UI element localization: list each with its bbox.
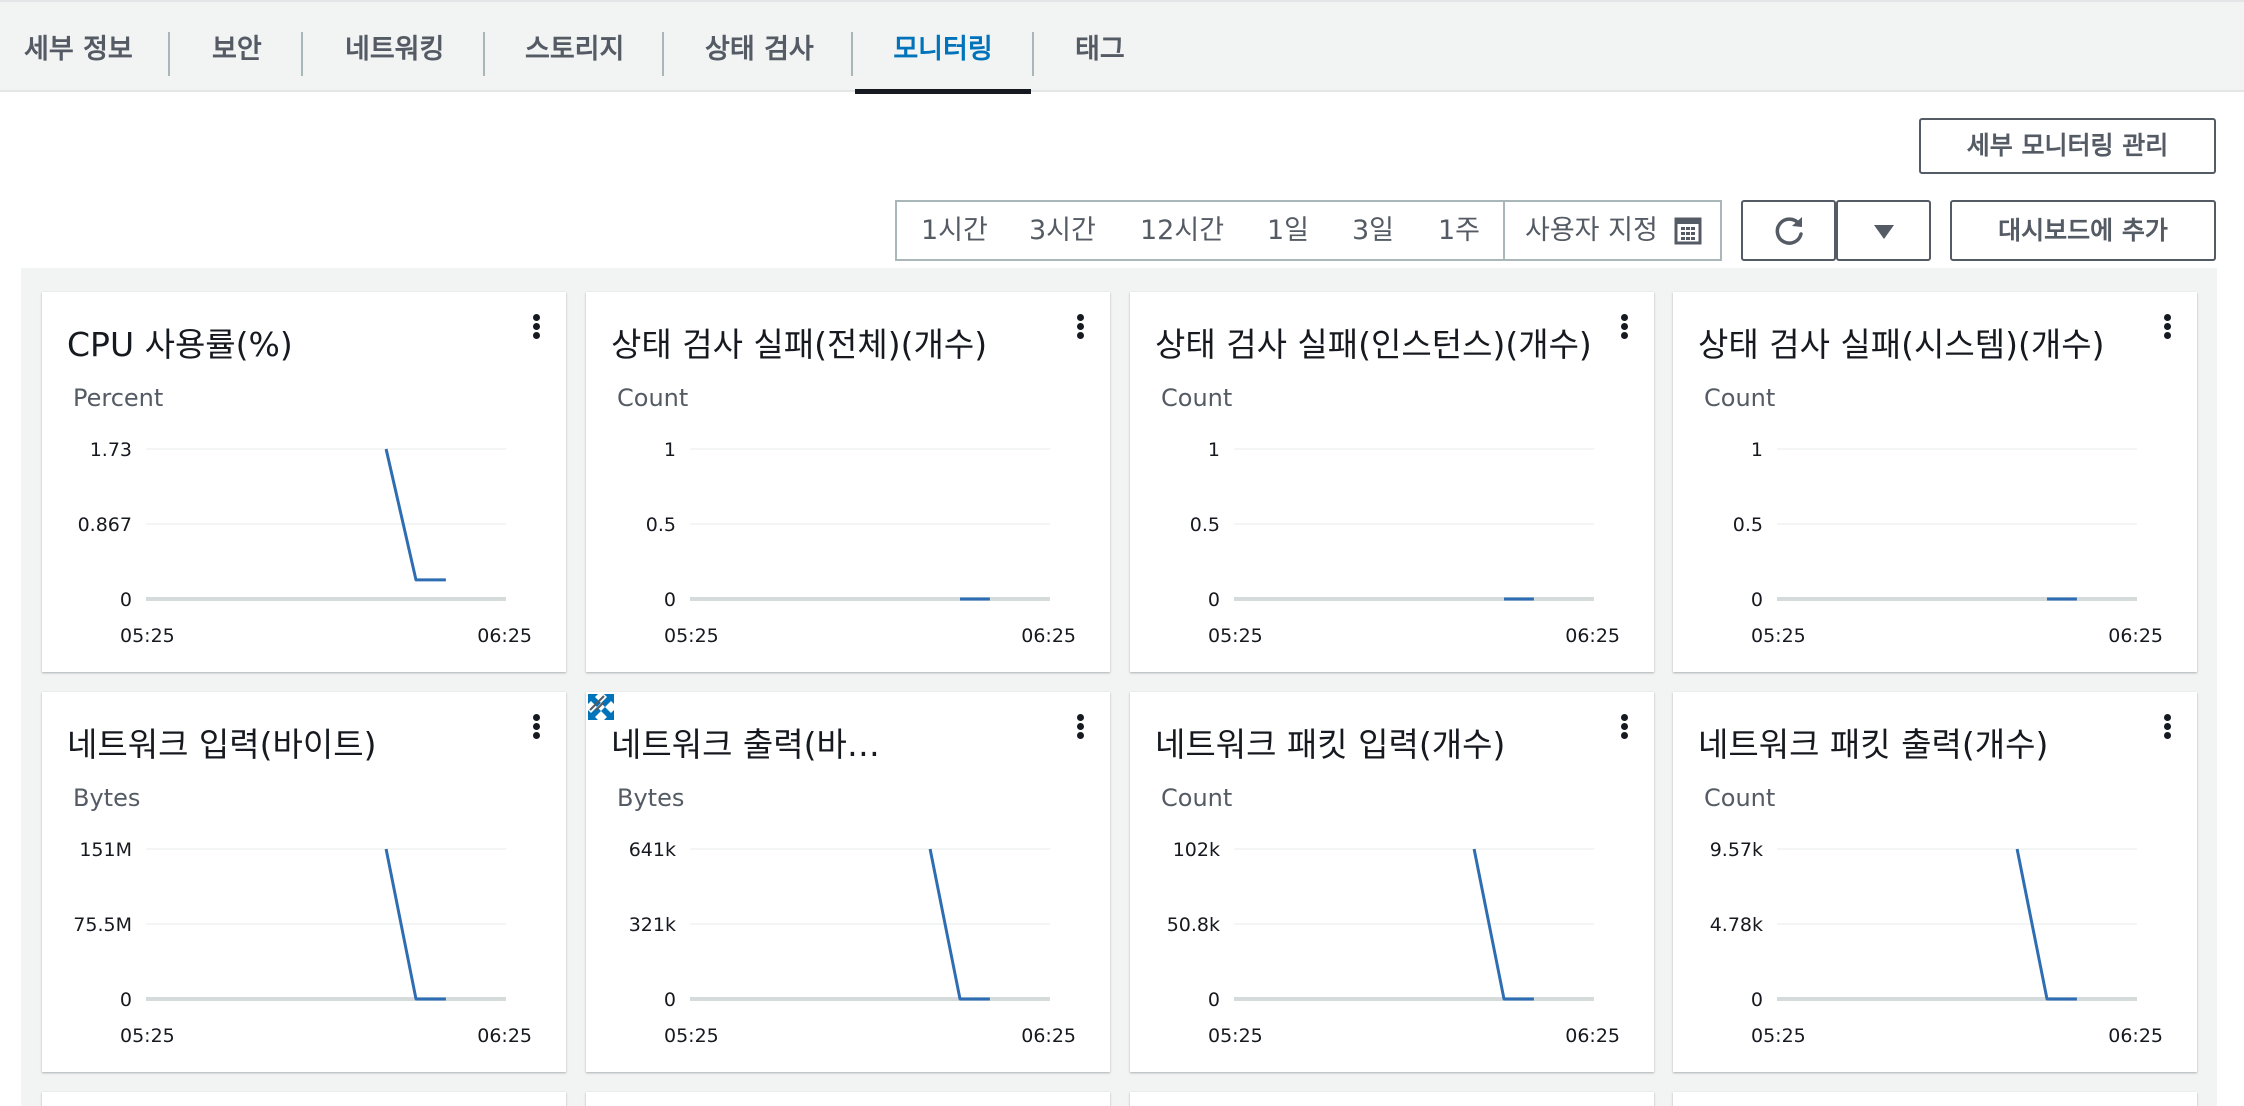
range-1h[interactable]: 1시간: [921, 202, 988, 259]
metric-card-partial: [586, 1092, 1110, 1106]
range-12h[interactable]: 12시간: [1140, 202, 1224, 259]
range-custom-label: 사용자 지정: [1525, 215, 1658, 246]
range-custom[interactable]: 사용자 지정: [1525, 202, 1658, 259]
tab-divider: [168, 32, 170, 76]
chart-plot: 151M 75.5M 0 05:25 06:25: [73, 839, 532, 1047]
tab-storage[interactable]: 스토리지: [525, 2, 624, 92]
range-1d[interactable]: 1일: [1267, 202, 1309, 259]
y-tick-label: 641k: [629, 839, 676, 861]
manage-detailed-monitoring-button[interactable]: 세부 모니터링 관리: [1919, 118, 2216, 174]
metric-card-status-check-failed-system: 상태 검사 실패(시스템)(개수) Count 1 0.5 0 05:25 06:25: [1673, 292, 2197, 672]
tab-details[interactable]: 세부 정보: [24, 2, 133, 92]
y-tick-label: 0.5: [646, 514, 676, 536]
metric-card-partial: [42, 1092, 566, 1106]
tab-monitoring[interactable]: 모니터링: [855, 2, 1031, 94]
range-1w[interactable]: 1주: [1438, 202, 1480, 259]
tab-networking[interactable]: 네트워킹: [345, 2, 444, 92]
tab-divider: [1032, 32, 1034, 76]
y-tick-label: 0: [1208, 989, 1220, 1011]
tab-divider: [662, 32, 664, 76]
y-tick-label: 0: [664, 989, 676, 1011]
x-tick-label: 05:25: [120, 1025, 175, 1047]
tab-divider: [301, 32, 303, 76]
metric-card-partial: [1673, 1092, 2197, 1106]
y-tick-label: 0.867: [78, 514, 132, 536]
x-tick-label: 06:25: [477, 1025, 532, 1047]
refresh-options-dropdown[interactable]: [1836, 200, 1931, 261]
metric-card-network-out: 네트워크 출력(바… Bytes 641k 321k 0 05:25 06:25: [586, 692, 1110, 1072]
y-tick-label: 102k: [1173, 839, 1220, 861]
y-tick-label: 1: [1208, 439, 1220, 461]
x-tick-label: 06:25: [1021, 1025, 1076, 1047]
y-tick-label: 0: [664, 589, 676, 611]
chart-plot: 1 0.5 0 05:25 06:25: [1733, 439, 2163, 647]
y-tick-label: 1: [664, 439, 676, 461]
range-3d[interactable]: 3일: [1352, 202, 1394, 259]
refresh-button[interactable]: [1741, 200, 1836, 261]
y-tick-label: 75.5M: [73, 914, 132, 936]
y-tick-label: 0.5: [1733, 514, 1763, 536]
metric-card-network-packets-out: 네트워크 패킷 출력(개수) Count 9.57k 4.78k 0 05:25 06:25: [1673, 692, 2197, 1072]
y-tick-label: 0.5: [1190, 514, 1220, 536]
x-tick-label: 06:25: [1565, 625, 1620, 647]
x-tick-label: 06:25: [2108, 625, 2163, 647]
metric-card-cpu-utilization: CPU 사용률(%) Percent 1.73 0.867 0 05:25 06:25: [42, 292, 566, 672]
x-tick-label: 06:25: [2108, 1025, 2163, 1047]
y-tick-label: 151M: [79, 839, 132, 861]
y-tick-label: 1: [1751, 439, 1763, 461]
x-tick-label: 05:25: [120, 625, 175, 647]
x-tick-label: 05:25: [1751, 625, 1806, 647]
tab-status-checks[interactable]: 상태 검사: [705, 2, 814, 92]
tab-divider: [851, 32, 853, 76]
metric-card-status-check-failed: 상태 검사 실패(전체)(개수) Count 1 0.5 0 05:25 06:25: [586, 292, 1110, 672]
metric-card-network-packets-in: 네트워크 패킷 입력(개수) Count 102k 50.8k 0 05:25 06:25: [1130, 692, 1654, 1072]
metric-card-status-check-failed-instance: 상태 검사 실패(인스턴스)(개수) Count 1 0.5 0 05:25 06:25: [1130, 292, 1654, 672]
refresh-icon: [1775, 217, 1803, 245]
y-tick-label: 0: [1751, 989, 1763, 1011]
chart-plot: 1 0.5 0 05:25 06:25: [646, 439, 1076, 647]
add-to-dashboard-button[interactable]: 대시보드에 추가: [1950, 200, 2216, 261]
x-tick-label: 05:25: [664, 625, 719, 647]
calendar-icon[interactable]: [1674, 217, 1702, 245]
metric-card-partial: [1130, 1092, 1654, 1106]
chart-plot: 9.57k 4.78k 0 05:25 06:25: [1710, 839, 2163, 1047]
y-tick-label: 50.8k: [1167, 914, 1220, 936]
tab-divider: [483, 32, 485, 76]
y-tick-label: 0: [120, 989, 132, 1011]
y-tick-label: 0: [120, 589, 132, 611]
x-tick-label: 05:25: [1208, 1025, 1263, 1047]
y-tick-label: 321k: [629, 914, 676, 936]
y-tick-label: 0: [1751, 589, 1763, 611]
chart-plot: 102k 50.8k 0 05:25 06:25: [1167, 839, 1620, 1047]
y-tick-label: 4.78k: [1710, 914, 1763, 936]
y-tick-label: 1.73: [90, 439, 132, 461]
tab-tags[interactable]: 태그: [1075, 2, 1125, 92]
chart-plot: 1.73 0.867 0 05:25 06:25: [78, 439, 532, 647]
range-divider: [1503, 202, 1505, 259]
x-tick-label: 06:25: [477, 625, 532, 647]
x-tick-label: 05:25: [664, 1025, 719, 1047]
tab-security[interactable]: 보안: [212, 2, 262, 92]
caret-down-icon: [1874, 225, 1894, 239]
chart-plot: 641k 321k 0 05:25 06:25: [629, 839, 1076, 1047]
range-3h[interactable]: 3시간: [1029, 202, 1096, 259]
metric-card-network-in: 네트워크 입력(바이트) Bytes 151M 75.5M 0 05:25 06:25: [42, 692, 566, 1072]
tab-monitoring-label: 모니터링: [893, 34, 993, 65]
series-line: [384, 448, 446, 582]
tab-bar: 세부 정보 보안 네트워킹 스토리지 상태 검사 모니터링 태그: [0, 0, 2244, 94]
x-tick-label: 05:25: [1751, 1025, 1806, 1047]
x-tick-label: 06:25: [1565, 1025, 1620, 1047]
x-tick-label: 06:25: [1021, 625, 1076, 647]
chart-plot: 1 0.5 0 05:25 06:25: [1190, 439, 1620, 647]
y-tick-label: 0: [1208, 589, 1220, 611]
time-range-selector: 1시간 3시간 12시간 1일 3일 1주 사용자 지정: [895, 200, 1722, 261]
y-tick-label: 9.57k: [1710, 839, 1763, 861]
x-tick-label: 05:25: [1208, 625, 1263, 647]
active-tab-indicator: [855, 89, 1031, 94]
